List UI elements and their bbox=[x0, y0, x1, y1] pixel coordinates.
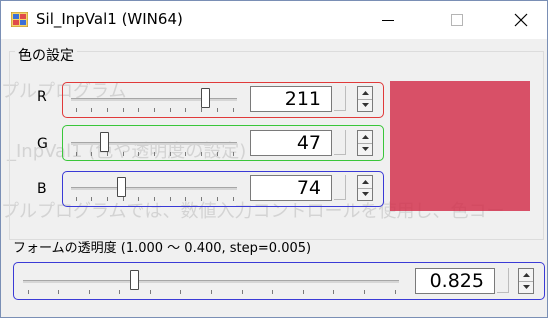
slider-tick bbox=[185, 152, 186, 156]
slider-tick bbox=[107, 197, 108, 201]
slider-tick bbox=[201, 152, 202, 156]
color-group-title: 色の設定 bbox=[15, 45, 77, 65]
minimize-icon bbox=[382, 20, 394, 21]
b-spin-down-button[interactable] bbox=[358, 188, 372, 200]
slider-tick bbox=[185, 108, 186, 112]
slider-tick bbox=[138, 197, 139, 201]
slider-tick bbox=[89, 290, 90, 294]
slider-tick bbox=[154, 197, 155, 201]
slider-r-thumb[interactable] bbox=[201, 88, 210, 108]
slider-tick bbox=[123, 197, 124, 201]
slider-r-track bbox=[71, 98, 237, 101]
slider-tick bbox=[217, 108, 218, 112]
slider-tick bbox=[242, 290, 243, 294]
slider-tick bbox=[91, 152, 92, 156]
slider-tick bbox=[154, 108, 155, 112]
slider-tick bbox=[58, 290, 59, 294]
color-preview-swatch bbox=[390, 81, 530, 211]
opacity-slider-track bbox=[23, 280, 399, 283]
slider-b[interactable] bbox=[71, 174, 237, 202]
arrow-down-icon bbox=[362, 192, 369, 196]
slider-tick bbox=[119, 290, 120, 294]
close-icon bbox=[514, 13, 528, 27]
slider-tick bbox=[107, 108, 108, 112]
opacity-slider-thumb[interactable] bbox=[130, 270, 139, 290]
slider-tick bbox=[154, 152, 155, 156]
slider-tick bbox=[185, 197, 186, 201]
opacity-spin-gap bbox=[497, 268, 509, 293]
slider-tick bbox=[170, 197, 171, 201]
slider-tick bbox=[233, 152, 234, 156]
opacity-spin-down-button[interactable] bbox=[519, 281, 533, 293]
slider-tick bbox=[91, 108, 92, 112]
slider-tick bbox=[123, 108, 124, 112]
slider-tick bbox=[201, 197, 202, 201]
opacity-label: フォームの透明度 (1.000 〜 0.400, step=0.005) bbox=[13, 241, 312, 256]
slider-g[interactable] bbox=[71, 129, 237, 157]
arrow-up-icon bbox=[362, 180, 369, 184]
slider-tick bbox=[272, 290, 273, 294]
r-value-input[interactable]: 211 bbox=[250, 86, 332, 112]
g-spin-gap bbox=[334, 130, 346, 155]
slider-tick bbox=[217, 152, 218, 156]
title-bar[interactable]: Sil_InpVal1 (WIN64) bbox=[1, 1, 547, 39]
slider-tick bbox=[91, 197, 92, 201]
g-value-input[interactable]: 47 bbox=[250, 130, 332, 156]
slider-tick bbox=[76, 152, 77, 156]
slider-tick bbox=[170, 152, 171, 156]
b-spin[interactable] bbox=[357, 175, 373, 201]
slider-g-thumb[interactable] bbox=[100, 132, 109, 152]
arrow-down-icon bbox=[362, 147, 369, 151]
g-spin[interactable] bbox=[357, 130, 373, 156]
arrow-up-icon bbox=[362, 91, 369, 95]
label-r: R bbox=[37, 89, 47, 105]
slider-tick bbox=[28, 290, 29, 294]
slider-g-track bbox=[71, 142, 237, 145]
window-title: Sil_InpVal1 (WIN64) bbox=[36, 10, 183, 28]
slider-b-thumb[interactable] bbox=[117, 177, 126, 197]
label-g: G bbox=[37, 136, 48, 152]
slider-r[interactable] bbox=[71, 85, 237, 113]
g-spin-down-button[interactable] bbox=[358, 143, 372, 155]
slider-tick bbox=[233, 108, 234, 112]
slider-b-track bbox=[71, 187, 237, 190]
arrow-up-icon bbox=[523, 273, 530, 277]
arrow-up-icon bbox=[362, 135, 369, 139]
slider-tick bbox=[138, 152, 139, 156]
opacity-spin[interactable] bbox=[518, 268, 534, 294]
slider-tick bbox=[217, 197, 218, 201]
r-spin[interactable] bbox=[357, 86, 373, 112]
slider-tick bbox=[138, 108, 139, 112]
slider-tick bbox=[107, 152, 108, 156]
slider-tick bbox=[303, 290, 304, 294]
close-button[interactable] bbox=[498, 1, 544, 39]
slider-tick bbox=[233, 197, 234, 201]
app-icon bbox=[11, 12, 28, 27]
label-b: B bbox=[37, 181, 47, 197]
app-window: Sil_InpVal1 (WIN64) プルプログラム _InpVal1 (色や… bbox=[0, 0, 548, 318]
slider-tick bbox=[364, 290, 365, 294]
maximize-button[interactable] bbox=[434, 1, 480, 39]
arrow-down-icon bbox=[523, 285, 530, 289]
slider-tick bbox=[123, 152, 124, 156]
minimize-button[interactable] bbox=[365, 1, 411, 39]
b-spin-gap bbox=[334, 175, 346, 200]
slider-tick bbox=[333, 290, 334, 294]
slider-tick bbox=[76, 108, 77, 112]
opacity-slider[interactable] bbox=[23, 267, 399, 295]
arrow-down-icon bbox=[362, 103, 369, 107]
opacity-value-input[interactable]: 0.825 bbox=[415, 268, 495, 294]
slider-tick bbox=[211, 290, 212, 294]
slider-tick bbox=[150, 290, 151, 294]
maximize-icon bbox=[451, 14, 463, 26]
r-spin-down-button[interactable] bbox=[358, 99, 372, 111]
slider-tick bbox=[201, 108, 202, 112]
slider-tick bbox=[180, 290, 181, 294]
slider-tick bbox=[170, 108, 171, 112]
slider-tick bbox=[395, 290, 396, 294]
slider-tick bbox=[76, 197, 77, 201]
r-spin-gap bbox=[334, 86, 346, 111]
b-value-input[interactable]: 74 bbox=[250, 175, 332, 201]
